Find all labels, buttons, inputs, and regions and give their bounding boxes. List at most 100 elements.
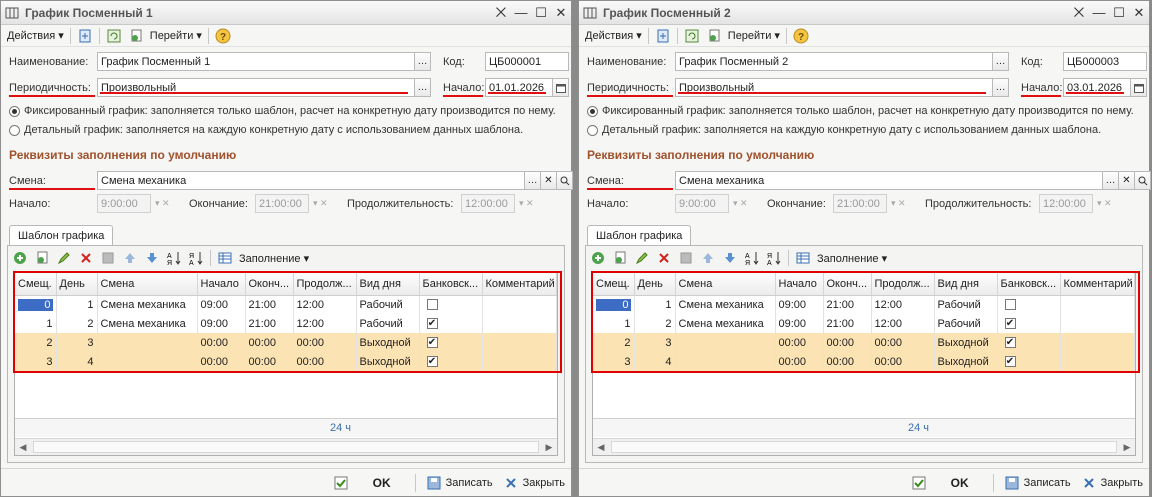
start-cell[interactable]: 00:00 xyxy=(775,333,824,352)
fill-icon[interactable] xyxy=(217,250,233,266)
fill-icon[interactable] xyxy=(795,250,811,266)
help-icon[interactable]: ? xyxy=(215,28,231,44)
offset-cell[interactable]: 1 xyxy=(15,314,57,333)
close-button[interactable]: Закрыть xyxy=(503,475,565,491)
bank-checkbox[interactable]: ✔ xyxy=(426,318,438,330)
sort-asc-icon[interactable]: АЯ xyxy=(166,250,182,266)
shift-cell[interactable] xyxy=(675,333,776,352)
edit-row-icon[interactable] xyxy=(634,250,650,266)
column-header[interactable]: Вид дня xyxy=(356,273,420,296)
name-field[interactable]: График Посменный 1 xyxy=(97,52,415,71)
column-header[interactable]: Продолж... xyxy=(293,273,357,296)
day-cell[interactable]: 1 xyxy=(56,295,98,314)
close-window-icon[interactable]: ✕ xyxy=(551,4,571,22)
end-time-controls[interactable]: ▾ ✕ xyxy=(887,198,917,209)
table-row[interactable]: 3 4 00:00 00:00 00:00 Выходной ✔ xyxy=(593,352,1135,371)
day-kind-cell[interactable]: Рабочий xyxy=(356,295,420,314)
start-date-field[interactable]: 03.01.2026 xyxy=(1063,78,1131,97)
tab-schedule-template[interactable]: Шаблон графика xyxy=(587,225,692,245)
minimize-icon[interactable]: — xyxy=(1089,4,1109,22)
actions-menu[interactable]: Действия ▾ xyxy=(585,29,642,42)
duration-cell[interactable]: 00:00 xyxy=(871,333,935,352)
duration-cell[interactable]: 00:00 xyxy=(293,333,357,352)
comment-cell[interactable] xyxy=(1060,314,1135,333)
bank-cell[interactable]: ✔ xyxy=(997,333,1061,352)
column-header[interactable]: Продолж... xyxy=(871,273,935,296)
comment-cell[interactable] xyxy=(482,333,557,352)
column-header[interactable]: Оконч... xyxy=(245,273,294,296)
edit-row-icon[interactable] xyxy=(56,250,72,266)
offset-cell[interactable]: 2 xyxy=(593,333,635,352)
column-header[interactable]: Начало xyxy=(775,273,824,296)
tab-schedule-template[interactable]: Шаблон графика xyxy=(9,225,114,245)
comment-cell[interactable] xyxy=(1060,352,1135,371)
day-cell[interactable]: 2 xyxy=(56,314,98,333)
day-kind-cell[interactable]: Рабочий xyxy=(356,314,420,333)
end-cell[interactable]: 21:00 xyxy=(245,314,294,333)
bank-checkbox[interactable]: ✔ xyxy=(1004,318,1016,330)
start-cell[interactable]: 00:00 xyxy=(197,333,246,352)
duration-cell[interactable]: 12:00 xyxy=(293,314,357,333)
day-cell[interactable]: 2 xyxy=(634,314,676,333)
detail-schedule-radio[interactable] xyxy=(587,124,598,136)
table-row[interactable]: 2 3 00:00 00:00 00:00 Выходной ✔ xyxy=(593,333,1135,352)
scroll-right-icon[interactable]: ▶ xyxy=(541,439,557,455)
refresh-icon[interactable] xyxy=(684,28,700,44)
end-cell[interactable]: 21:00 xyxy=(823,295,872,314)
post-close-icon[interactable] xyxy=(333,475,349,491)
offset-cell[interactable]: 2 xyxy=(15,333,57,352)
duration-field[interactable]: 12:00:00 xyxy=(461,194,515,213)
day-kind-cell[interactable]: Выходной xyxy=(356,333,420,352)
column-header[interactable]: Комментарий xyxy=(482,273,557,296)
day-cell[interactable]: 4 xyxy=(634,352,676,371)
bank-cell[interactable]: ✔ xyxy=(419,333,483,352)
code-field[interactable]: ЦБ000003 xyxy=(1063,52,1147,71)
column-header[interactable]: Смена xyxy=(675,273,776,296)
duration-cell[interactable]: 12:00 xyxy=(871,314,935,333)
goto-menu[interactable]: Перейти ▾ xyxy=(728,29,780,42)
add-row-icon[interactable] xyxy=(590,250,606,266)
start-cell[interactable]: 00:00 xyxy=(197,352,246,371)
column-header[interactable]: Вид дня xyxy=(934,273,998,296)
end-cell[interactable]: 00:00 xyxy=(823,352,872,371)
bank-checkbox[interactable]: ✔ xyxy=(426,337,438,349)
goto-menu[interactable]: Перейти ▾ xyxy=(150,29,202,42)
shift-cell[interactable]: Смена механика xyxy=(97,314,198,333)
day-kind-cell[interactable]: Рабочий xyxy=(934,295,998,314)
period-select-button[interactable]: … xyxy=(415,78,431,97)
comment-cell[interactable] xyxy=(482,352,557,371)
post-icon[interactable] xyxy=(77,28,93,44)
duration-cell[interactable]: 00:00 xyxy=(293,352,357,371)
table-row[interactable]: 3 4 00:00 00:00 00:00 Выходной ✔ xyxy=(15,352,557,371)
shift-cell[interactable] xyxy=(97,333,198,352)
day-cell[interactable]: 4 xyxy=(56,352,98,371)
bank-checkbox[interactable]: ✔ xyxy=(1004,356,1016,368)
end-cell[interactable]: 21:00 xyxy=(823,314,872,333)
day-cell[interactable]: 1 xyxy=(634,295,676,314)
delete-row-icon[interactable] xyxy=(656,250,672,266)
comment-cell[interactable] xyxy=(482,295,557,314)
shift-cell[interactable] xyxy=(675,352,776,371)
table-row[interactable]: 1 2 Смена механика 09:00 21:00 12:00 Рабочий ✔ xyxy=(593,314,1135,333)
comment-cell[interactable] xyxy=(1060,295,1135,314)
end-time-field[interactable]: 21:00:00 xyxy=(833,194,887,213)
move-up-icon[interactable] xyxy=(700,250,716,266)
close-button[interactable]: Закрыть xyxy=(1081,475,1143,491)
column-header[interactable]: Банковск... xyxy=(419,273,483,296)
column-header[interactable]: Смена xyxy=(97,273,198,296)
fixed-schedule-radio[interactable] xyxy=(9,105,20,117)
shift-cell[interactable]: Смена механика xyxy=(675,295,776,314)
help-icon[interactable]: ? xyxy=(793,28,809,44)
day-kind-cell[interactable]: Выходной xyxy=(356,352,420,371)
offset-cell[interactable]: 0 xyxy=(593,295,635,314)
end-time-controls[interactable]: ▾ ✕ xyxy=(309,198,339,209)
duration-cell[interactable]: 00:00 xyxy=(871,352,935,371)
bank-checkbox[interactable]: ✔ xyxy=(1004,337,1016,349)
bank-cell[interactable] xyxy=(419,295,483,314)
start-cell[interactable]: 09:00 xyxy=(775,295,824,314)
duration-field[interactable]: 12:00:00 xyxy=(1039,194,1093,213)
calendar-icon[interactable] xyxy=(1131,78,1147,97)
copy-row-icon[interactable] xyxy=(612,250,628,266)
duration-cell[interactable]: 12:00 xyxy=(293,295,357,314)
start-cell[interactable]: 09:00 xyxy=(197,314,246,333)
